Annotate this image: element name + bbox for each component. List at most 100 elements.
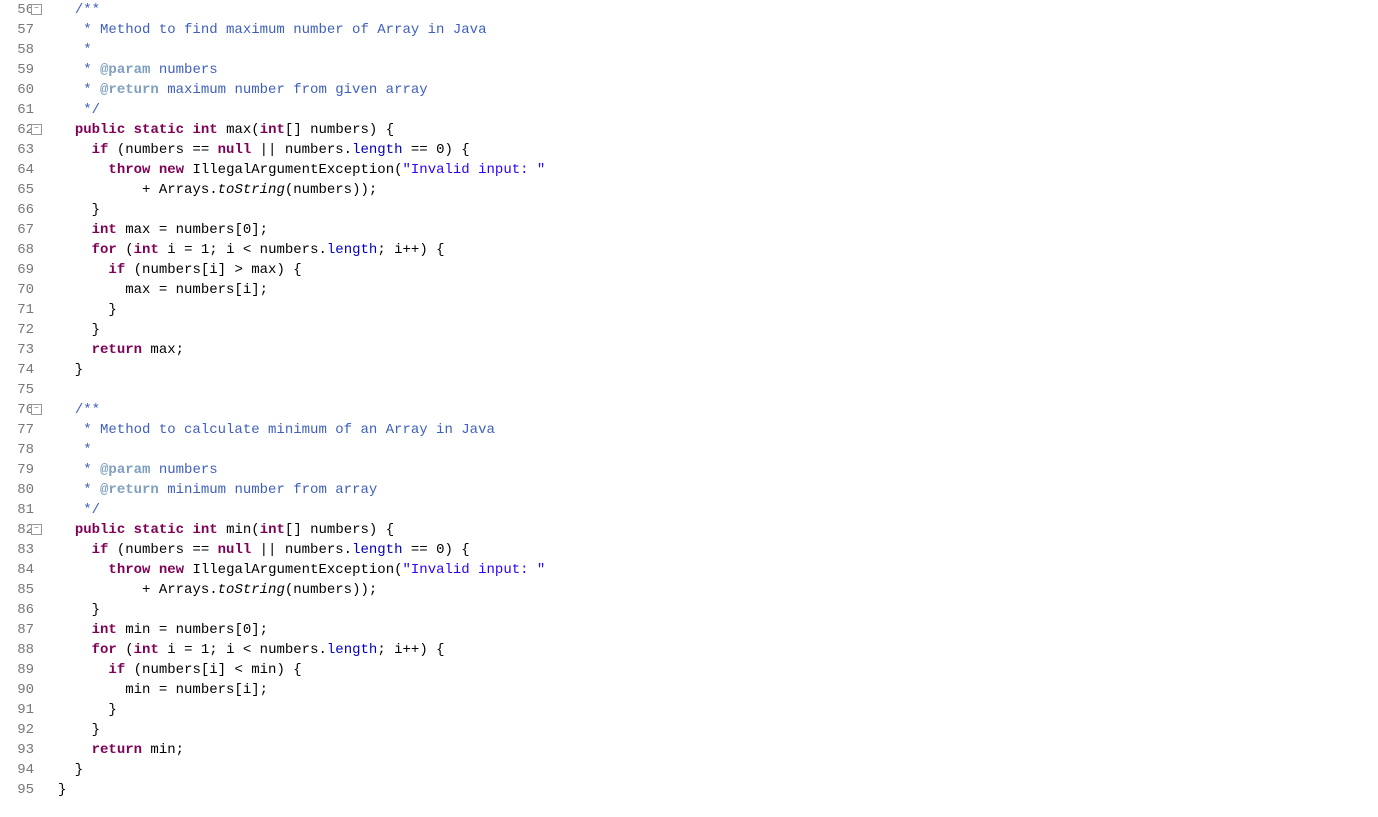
- code-line[interactable]: throw new IllegalArgumentException("Inva…: [58, 560, 1378, 580]
- code-line[interactable]: * @param numbers: [58, 60, 1378, 80]
- code-token: (: [117, 642, 134, 658]
- code-token: int: [260, 122, 285, 138]
- code-line[interactable]: }: [58, 780, 1378, 800]
- code-token: int: [192, 522, 217, 538]
- code-token: *: [58, 462, 100, 478]
- code-token: == 0) {: [403, 142, 470, 158]
- code-token: new: [159, 562, 184, 578]
- code-token: max = numbers[i];: [58, 282, 268, 298]
- code-token: + Arrays.: [58, 182, 218, 198]
- code-token: for: [92, 642, 117, 658]
- code-token: length: [352, 142, 402, 158]
- code-token: int: [134, 242, 159, 258]
- code-token: [125, 122, 133, 138]
- code-token: static: [134, 122, 184, 138]
- fold-toggle-icon[interactable]: −: [31, 404, 42, 415]
- line-number: 77: [0, 420, 34, 440]
- line-number: 84: [0, 560, 34, 580]
- code-line[interactable]: }: [58, 760, 1378, 780]
- code-token: ; i++) {: [377, 242, 444, 258]
- fold-toggle-icon[interactable]: −: [31, 124, 42, 135]
- line-number: 87: [0, 620, 34, 640]
- code-line[interactable]: * @return minimum number from array: [58, 480, 1378, 500]
- line-number: 92: [0, 720, 34, 740]
- code-token: toString: [218, 582, 285, 598]
- code-line[interactable]: + Arrays.toString(numbers));: [58, 580, 1378, 600]
- code-token: }: [58, 362, 83, 378]
- code-line[interactable]: */: [58, 100, 1378, 120]
- fold-toggle-icon[interactable]: −: [31, 4, 42, 15]
- code-token: [58, 162, 108, 178]
- code-line[interactable]: }: [58, 600, 1378, 620]
- code-line[interactable]: }: [58, 360, 1378, 380]
- code-line[interactable]: * Method to calculate minimum of an Arra…: [58, 420, 1378, 440]
- code-line[interactable]: if (numbers == null || numbers.length ==…: [58, 140, 1378, 160]
- code-token: [58, 562, 108, 578]
- line-number: 71: [0, 300, 34, 320]
- code-line[interactable]: if (numbers[i] > max) {: [58, 260, 1378, 280]
- code-line[interactable]: for (int i = 1; i < numbers.length; i++)…: [58, 240, 1378, 260]
- code-token: [58, 262, 108, 278]
- code-line[interactable]: }: [58, 720, 1378, 740]
- code-line[interactable]: *: [58, 440, 1378, 460]
- code-editor-content[interactable]: /** * Method to find maximum number of A…: [42, 0, 1378, 800]
- code-line[interactable]: throw new IllegalArgumentException("Inva…: [58, 160, 1378, 180]
- code-line[interactable]: return min;: [58, 740, 1378, 760]
- code-line[interactable]: public static int min(int[] numbers) {: [58, 520, 1378, 540]
- code-token: [58, 742, 92, 758]
- code-line[interactable]: if (numbers == null || numbers.length ==…: [58, 540, 1378, 560]
- code-line[interactable]: for (int i = 1; i < numbers.length; i++)…: [58, 640, 1378, 660]
- code-line[interactable]: }: [58, 320, 1378, 340]
- code-token: (numbers));: [285, 582, 377, 598]
- line-number: 89: [0, 660, 34, 680]
- code-line[interactable]: * Method to find maximum number of Array…: [58, 20, 1378, 40]
- code-line[interactable]: }: [58, 200, 1378, 220]
- code-token: [58, 662, 108, 678]
- fold-toggle-icon[interactable]: −: [31, 524, 42, 535]
- code-token: }: [58, 302, 117, 318]
- code-token: int: [92, 622, 117, 638]
- line-number: 70: [0, 280, 34, 300]
- line-number: 75: [0, 380, 34, 400]
- code-line[interactable]: /**: [58, 0, 1378, 20]
- line-number: 83: [0, 540, 34, 560]
- code-line[interactable]: *: [58, 40, 1378, 60]
- code-line[interactable]: + Arrays.toString(numbers));: [58, 180, 1378, 200]
- code-token: [58, 642, 92, 658]
- code-line[interactable]: [58, 380, 1378, 400]
- line-number: 81: [0, 500, 34, 520]
- code-token: */: [58, 502, 100, 518]
- code-token: null: [218, 542, 252, 558]
- code-token: [150, 562, 158, 578]
- code-line[interactable]: int max = numbers[0];: [58, 220, 1378, 240]
- line-number-gutter[interactable]: 56−575859606162−636465666768697071727374…: [0, 0, 42, 800]
- code-token: @return: [100, 82, 159, 98]
- code-token: null: [218, 142, 252, 158]
- code-token: [58, 122, 75, 138]
- code-line[interactable]: int min = numbers[0];: [58, 620, 1378, 640]
- code-token: || numbers.: [251, 542, 352, 558]
- code-token: /**: [75, 402, 100, 418]
- line-number: 64: [0, 160, 34, 180]
- code-line[interactable]: }: [58, 700, 1378, 720]
- line-number: 56−: [0, 0, 34, 20]
- line-number: 62−: [0, 120, 34, 140]
- code-line[interactable]: /**: [58, 400, 1378, 420]
- code-line[interactable]: * @return maximum number from given arra…: [58, 80, 1378, 100]
- line-number: 78: [0, 440, 34, 460]
- code-line[interactable]: return max;: [58, 340, 1378, 360]
- code-line[interactable]: min = numbers[i];: [58, 680, 1378, 700]
- line-number: 73: [0, 340, 34, 360]
- code-token: if: [108, 662, 125, 678]
- code-token: return: [92, 342, 142, 358]
- code-token: }: [58, 722, 100, 738]
- code-line[interactable]: max = numbers[i];: [58, 280, 1378, 300]
- code-line[interactable]: public static int max(int[] numbers) {: [58, 120, 1378, 140]
- code-token: if: [108, 262, 125, 278]
- code-token: min;: [142, 742, 184, 758]
- code-token: length: [352, 542, 402, 558]
- code-line[interactable]: if (numbers[i] < min) {: [58, 660, 1378, 680]
- code-line[interactable]: }: [58, 300, 1378, 320]
- code-line[interactable]: * @param numbers: [58, 460, 1378, 480]
- code-line[interactable]: */: [58, 500, 1378, 520]
